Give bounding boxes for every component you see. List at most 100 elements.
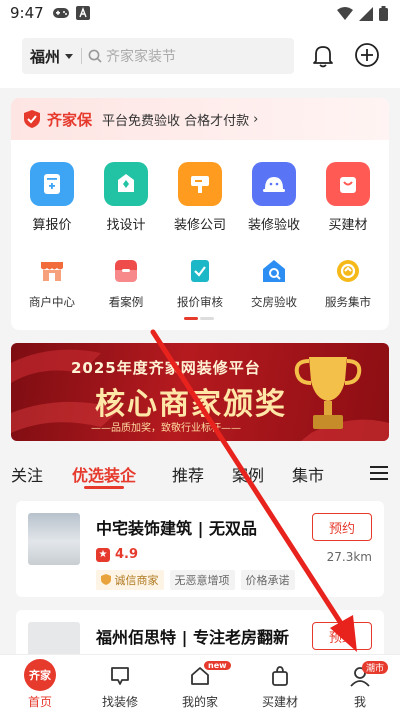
service-label: 报价审核 (177, 295, 223, 309)
search-input[interactable]: 齐家家装节 (106, 46, 176, 66)
trophy-icon (294, 357, 362, 429)
font-a-icon (76, 6, 90, 20)
banner-line1: 2025年度齐家网装修平台 (71, 359, 261, 377)
notification-icons (52, 6, 90, 20)
battery-icon (379, 6, 388, 21)
system-icons (337, 6, 388, 21)
nav-me[interactable]: 潮市 我 (320, 655, 400, 713)
city-selector[interactable]: 福州 (30, 46, 60, 67)
badge-icon (101, 574, 111, 585)
design-icon (104, 162, 148, 206)
helmet-icon (252, 162, 296, 206)
bell-icon[interactable] (312, 44, 334, 68)
tab-cases[interactable]: 案例 (232, 462, 264, 486)
service-calculate-quote[interactable]: 算报价 (17, 162, 87, 233)
service-handover-inspection[interactable]: 交房验收 (239, 256, 309, 310)
shop-card[interactable]: 中宅装饰建筑 | 无双品 预约 ★ 4.9 27.3km 诚信商家 无恶意增项 … (16, 501, 384, 597)
shop-thumbnail (28, 513, 80, 565)
tag-label: 诚信商家 (114, 574, 159, 587)
rating-value: 4.9 (115, 547, 139, 562)
book-button[interactable]: 预约 (312, 513, 372, 541)
services-card: 齐家保 平台免费验收 合格才付款 › 算报价 找设计 装修公司 装修验收 买建材… (11, 98, 389, 330)
service-label: 找设计 (106, 218, 146, 233)
book-button[interactable]: 预约 (312, 622, 372, 650)
service-quote-audit[interactable]: 报价审核 (165, 256, 235, 310)
banner-subtitle: ——品质加奖，致敬行业标杆—— (91, 423, 241, 434)
company-icon (178, 162, 222, 206)
shop-distance: 27.3km (326, 550, 372, 564)
nav-my-home[interactable]: new 我的家 (160, 655, 240, 713)
tab-market[interactable]: 集市 (292, 462, 324, 486)
chat-bubble-icon (111, 667, 129, 685)
search-icon (88, 49, 102, 63)
case-icon (111, 256, 141, 286)
shopping-bag-icon (272, 666, 288, 686)
star-icon: ★ (96, 547, 110, 562)
nav-label: 首页 (27, 695, 52, 709)
service-find-design[interactable]: 找设计 (91, 162, 161, 233)
promo-text: 平台免费验收 合格才付款 (102, 113, 250, 129)
top-header: 福州 齐家家装节 (0, 28, 400, 88)
primary-services: 算报价 找设计 装修公司 装修验收 买建材 (11, 162, 389, 233)
shopping-bag-icon (326, 162, 370, 206)
tag-trusted-merchant: 诚信商家 (96, 570, 164, 590)
service-decoration-company[interactable]: 装修公司 (165, 162, 235, 233)
shop-name: 中宅装饰建筑 | 无双品 (96, 519, 257, 538)
market-icon (333, 256, 363, 286)
calculator-icon (30, 162, 74, 206)
search-bar[interactable]: 福州 齐家家装节 (22, 38, 294, 74)
nav-label: 买建材 (261, 695, 298, 709)
service-view-cases[interactable]: 看案例 (91, 256, 161, 310)
market-badge: 潮市 (362, 661, 389, 674)
secondary-services: 商户中心 看案例 报价审核 交房验收 服务集市 (11, 256, 389, 310)
nav-label: 找装修 (101, 695, 138, 709)
guarantee-promo[interactable]: 齐家保 平台免费验收 合格才付款 › (11, 98, 389, 140)
tag-price-promise: 价格承诺 (240, 570, 295, 590)
service-merchant-center[interactable]: 商户中心 (17, 256, 87, 310)
banner-title: 核心商家颁奖 (95, 387, 287, 422)
nav-label: 我的家 (181, 695, 218, 709)
tab-follow[interactable]: 关注 (11, 462, 43, 486)
service-label: 装修公司 (173, 218, 226, 233)
bottom-nav: 齐家 首页 找装修 new 我的家 买建材 潮市 我 (0, 654, 400, 713)
menu-icon[interactable] (370, 465, 388, 481)
shop-name: 福州佰思特 | 专注老房翻新 (96, 628, 289, 647)
gamepad-icon (53, 8, 69, 18)
audit-icon (185, 256, 215, 286)
home-logo-icon: 齐家 (24, 659, 56, 691)
feed-tabs: 关注 优选装企 推荐 案例 集市 (0, 456, 400, 490)
shop-tags: 诚信商家 无恶意增项 价格承诺 (96, 570, 295, 590)
nav-label: 我 (353, 695, 366, 709)
service-label: 商户中心 (29, 295, 75, 309)
house-check-icon (259, 256, 289, 286)
shield-icon (24, 110, 40, 128)
service-decoration-inspection[interactable]: 装修验收 (239, 162, 309, 233)
wifi-icon (337, 6, 353, 20)
nav-home[interactable]: 齐家 首页 (0, 655, 80, 713)
chevron-down-icon (65, 53, 74, 59)
new-badge: new (204, 661, 231, 670)
page-indicator (184, 317, 214, 320)
nav-find-decoration[interactable]: 找装修 (80, 655, 160, 713)
service-buy-materials[interactable]: 买建材 (313, 162, 383, 233)
service-label: 装修验收 (247, 218, 300, 233)
signal-icon (359, 6, 373, 21)
tab-recommend[interactable]: 推荐 (172, 462, 204, 486)
chevron-right-icon: › (253, 111, 259, 127)
service-market[interactable]: 服务集市 (313, 256, 383, 310)
store-icon (37, 256, 67, 286)
promo-brand: 齐家保 (47, 110, 93, 129)
service-label: 交房验收 (251, 295, 297, 309)
clock: 9:47 (10, 4, 44, 22)
nav-buy-materials[interactable]: 买建材 (240, 655, 320, 713)
award-banner[interactable]: 2025年度齐家网装修平台 核心商家颁奖 ——品质加奖，致敬行业标杆—— (11, 343, 389, 441)
tag-no-malicious-additions: 无恶意增项 (169, 570, 235, 590)
add-circle-icon[interactable] (354, 42, 380, 68)
service-label: 算报价 (32, 218, 72, 233)
service-label: 买建材 (328, 218, 368, 233)
service-label: 服务集市 (325, 295, 371, 309)
divider (81, 48, 83, 64)
service-label: 看案例 (108, 295, 144, 309)
tab-featured-companies[interactable]: 优选装企 (72, 462, 136, 486)
shop-rating: ★ 4.9 (96, 547, 138, 562)
